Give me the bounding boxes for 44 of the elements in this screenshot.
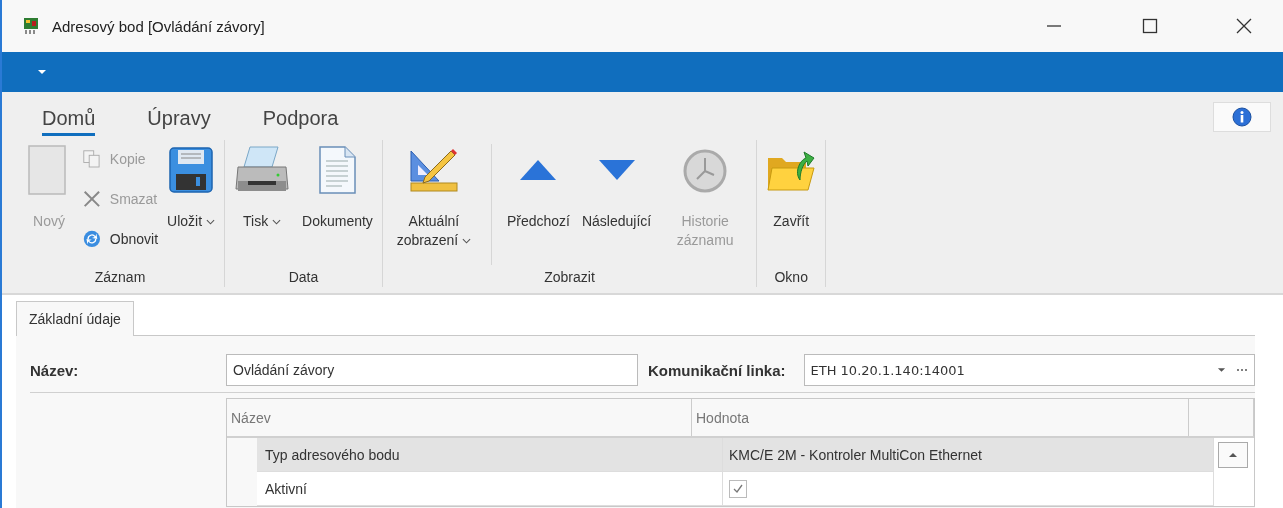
ribbon-group-label: Okno xyxy=(773,269,809,287)
dropdown-arrow-icon xyxy=(37,69,47,75)
ribbon-button[interactable]: Uložit xyxy=(164,140,219,269)
ribbon-button[interactable]: Předchozí xyxy=(503,140,573,269)
info-button[interactable] xyxy=(1213,102,1271,132)
close-icon xyxy=(1234,16,1254,36)
table-row[interactable]: Aktivní xyxy=(227,472,1213,506)
set-square-pencil-icon xyxy=(408,147,459,193)
ribbon-button[interactable]: Zavřít xyxy=(763,140,820,269)
down-triangle-icon xyxy=(596,158,637,182)
checkbox[interactable] xyxy=(729,479,747,498)
ribbon-group-label: Zobrazit xyxy=(543,269,596,287)
refresh-icon xyxy=(82,229,102,249)
ribbon-button[interactable]: Tisk xyxy=(231,140,294,269)
ribbon-button[interactable]: Následující xyxy=(578,140,655,269)
link-combo-box[interactable]: ETH 10.20.1.140:14001 xyxy=(803,354,1255,386)
minimize-icon xyxy=(1047,25,1061,27)
column-header[interactable]: Název xyxy=(227,399,692,436)
scroll-up-button[interactable] xyxy=(1218,442,1248,468)
ribbon-group-label: Data xyxy=(287,269,320,287)
ribbon-button[interactable]: Dokumenty xyxy=(299,140,376,269)
ribbon-button[interactable]: Aktuální zobrazení xyxy=(388,140,479,269)
ribbon-button[interactable]: Obnovit xyxy=(82,222,159,256)
delete-icon xyxy=(82,189,102,209)
up-triangle-icon xyxy=(518,158,559,182)
field-label: Název: xyxy=(30,361,80,379)
page-tab[interactable]: Základní údaje xyxy=(16,301,134,336)
name-field[interactable]: Ovládání závory xyxy=(226,354,638,386)
up-arrow-icon xyxy=(1228,452,1238,458)
table-cell: Typ adresového bodu xyxy=(257,438,723,472)
maximize-icon xyxy=(1140,16,1160,36)
info-icon xyxy=(1232,107,1252,127)
ribbon-tab[interactable]: Domů xyxy=(42,107,96,136)
table-cell: KMC/E 2M - Kontroler MultiCon Ethernet xyxy=(723,438,1213,472)
field-label: Komunikační linka: xyxy=(648,361,786,379)
copy-icon xyxy=(82,149,102,169)
table-row[interactable]: Typ adresového bodu KMC/E 2M - Kontroler MultiCon Ethernet xyxy=(227,438,1213,472)
ribbon-tab[interactable]: Úpravy xyxy=(147,107,211,136)
column-header[interactable]: Hodnota xyxy=(692,399,1189,436)
ribbon-group-label: Záznam xyxy=(93,269,147,287)
table-cell: Aktivní xyxy=(257,472,723,506)
window-title: Adresový bod [Ovládání závory] xyxy=(52,17,265,35)
document-icon xyxy=(317,145,358,195)
ribbon-tab[interactable]: Podpora xyxy=(262,107,339,136)
